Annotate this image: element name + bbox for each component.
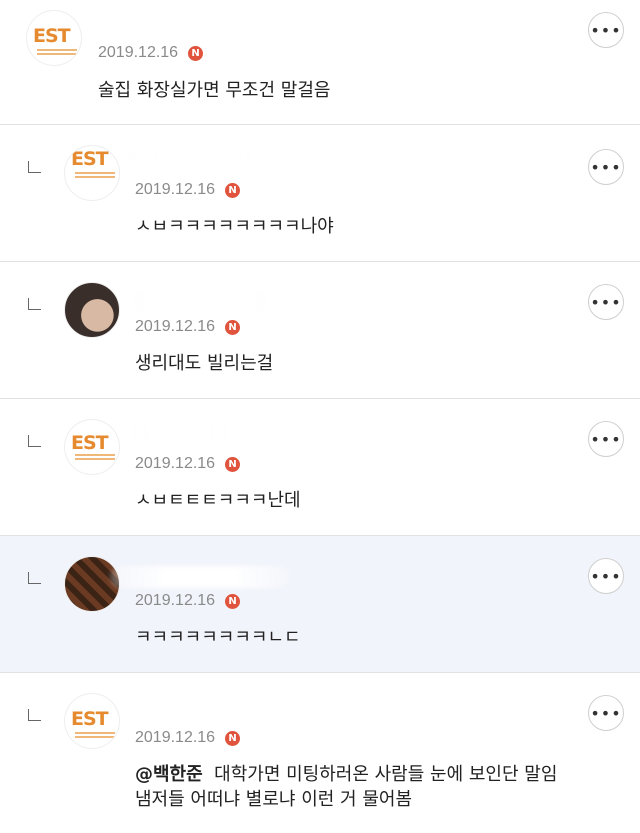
more-options-button[interactable]: ••• [588,421,624,457]
logo-text: EST [33,25,71,47]
reply-arrow-icon [28,572,41,584]
reply-item: EST 2019.12.16 N ㅅㅂㅋㅋㅋㅋㅋㅋㅋㅋ나야 ••• [0,125,640,262]
comment-meta: 2019.12.16 N [135,181,241,199]
reply-item: EST 2019.12.16 N @백한준 대학가면 미팅하러온 사람들 눈에 … [0,673,640,833]
comment-meta: 2019.12.16 N [135,592,241,610]
blurred-username [120,290,280,312]
avatar[interactable]: EST [64,419,120,475]
avatar[interactable]: EST [64,693,120,749]
more-options-button[interactable]: ••• [588,284,624,320]
new-badge: N [225,319,241,335]
comment-date: 2019.12.16 [135,455,216,472]
comment-text-line1: 대학가면 미팅하러온 사람들 눈에 보인단 말임 [214,764,558,785]
comment-list: EST 2019.12.16 N 술집 화장실가면 무조건 말걸음 ••• ES… [0,0,640,833]
more-icon: ••• [590,429,622,449]
logo-text: EST [71,432,109,454]
comment-text: ㅅㅂㅌㅌㅌㅋㅋㅋ난데 [135,490,301,511]
more-icon: ••• [590,157,622,177]
comment-date: 2019.12.16 [135,181,216,198]
avatar[interactable] [64,282,120,338]
comment-date: 2019.12.16 [135,592,216,609]
comment-meta: 2019.12.16 N [135,318,241,336]
logo-text: EST [71,148,109,170]
comment-meta: 2019.12.16 N [98,44,204,62]
comment-text: 술집 화장실가면 무조건 말걸음 [98,80,331,101]
avatar[interactable]: EST [64,145,120,201]
new-badge: N [225,456,241,472]
more-options-button[interactable]: ••• [588,558,624,594]
blurred-username [120,423,240,445]
new-badge: N [188,45,204,61]
more-icon: ••• [590,292,622,312]
comment-text: ㅅㅂㅋㅋㅋㅋㅋㅋㅋㅋ나야 [135,216,334,237]
more-options-button[interactable]: ••• [588,12,624,48]
blurred-username [110,566,290,588]
blurred-username [120,147,260,169]
reply-arrow-icon [28,709,41,721]
comment-text-line2: 냄저들 어떠냐 별로냐 이런 거 물어봄 [135,789,413,810]
more-options-button[interactable]: ••• [588,149,624,185]
new-badge: N [225,730,241,746]
reply-item: 2019.12.16 N ㅋㅋㅋㅋㅋㅋㅋㅋㄴㄷ ••• [0,536,640,673]
logo-text: EST [71,708,109,730]
comment-meta: 2019.12.16 N [135,729,241,747]
comment-date: 2019.12.16 [135,729,216,746]
comment-item: EST 2019.12.16 N 술집 화장실가면 무조건 말걸음 ••• [0,0,640,125]
comment-date: 2019.12.16 [135,318,216,335]
more-icon: ••• [590,566,622,586]
avatar[interactable]: EST [26,10,82,66]
more-icon: ••• [590,703,622,723]
new-badge: N [225,182,241,198]
comment-date: 2019.12.16 [98,44,179,61]
more-icon: ••• [590,20,622,40]
reply-item: EST 2019.12.16 N ㅅㅂㅌㅌㅌㅋㅋㅋ난데 ••• [0,399,640,536]
reply-item: 2019.12.16 N 생리대도 빌리는걸 ••• [0,262,640,399]
reply-arrow-icon [28,435,41,447]
comment-text: 생리대도 빌리는걸 [135,353,274,374]
reply-arrow-icon [28,298,41,310]
user-mention-link[interactable]: @백한준 [135,764,203,785]
comment-text: ㅋㅋㅋㅋㅋㅋㅋㅋㄴㄷ [135,627,301,648]
new-badge: N [225,593,241,609]
reply-arrow-icon [28,161,41,173]
more-options-button[interactable]: ••• [588,695,624,731]
comment-text: @백한준 대학가면 미팅하러온 사람들 눈에 보인단 말임 냄저들 어떠냐 별로… [135,762,557,812]
comment-meta: 2019.12.16 N [135,455,241,473]
